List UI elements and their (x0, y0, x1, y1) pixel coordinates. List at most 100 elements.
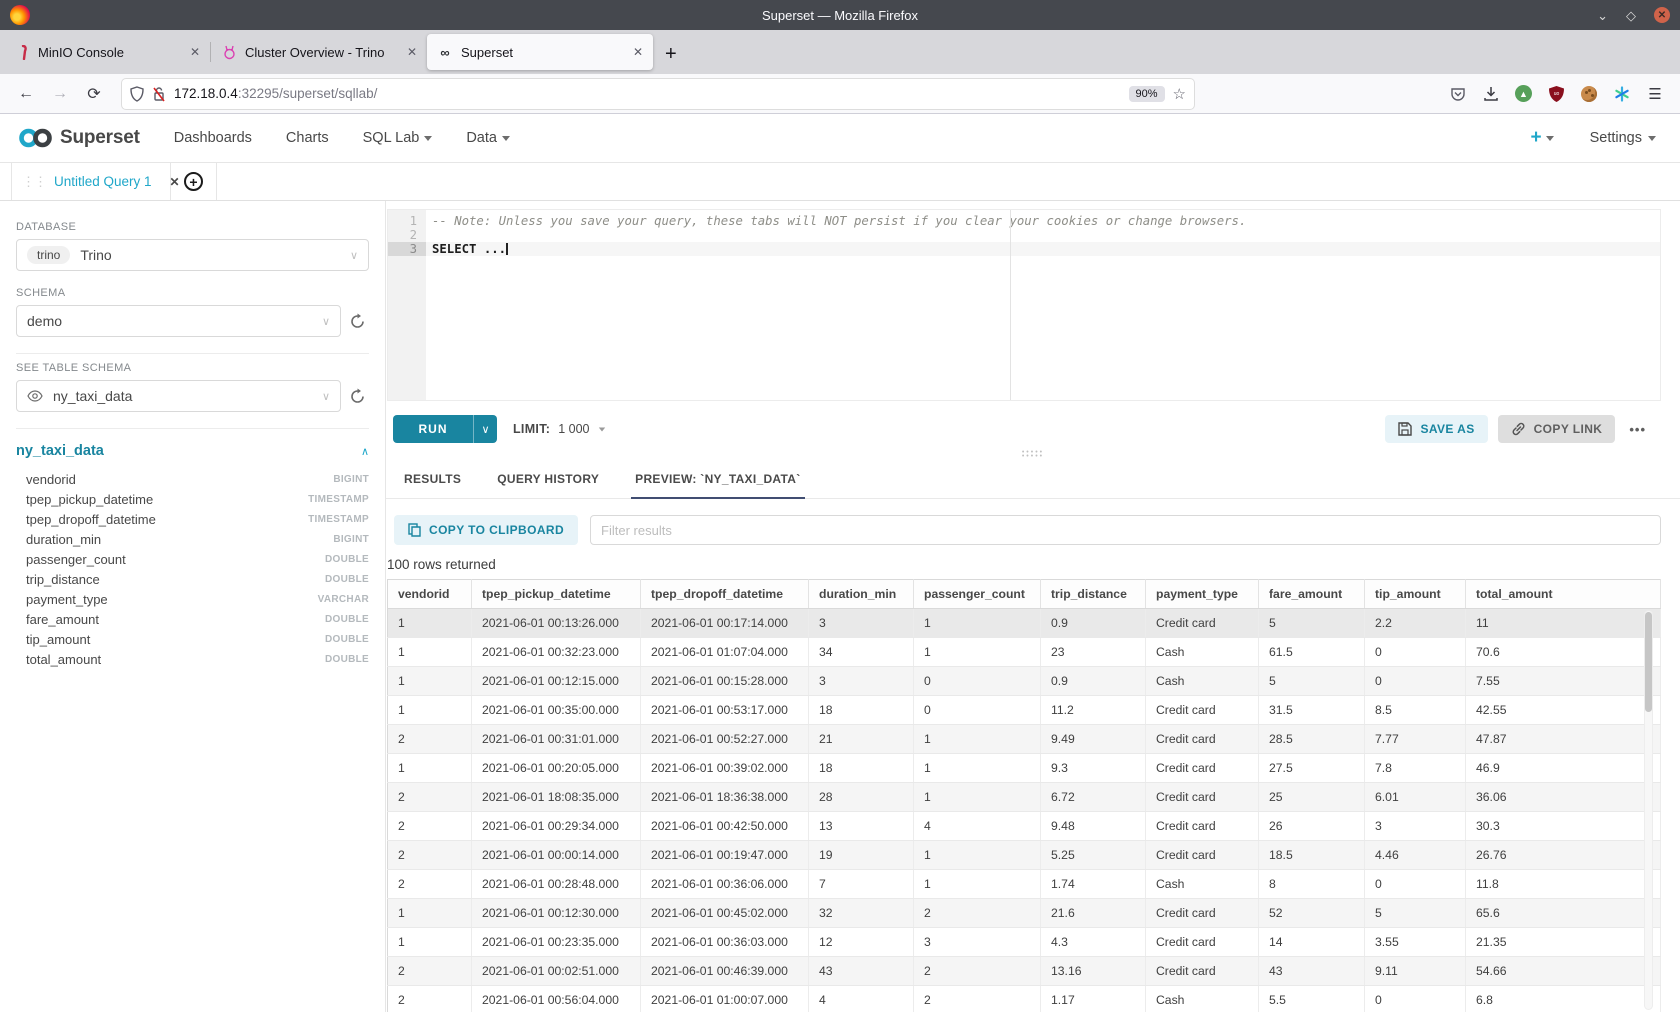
sql-editor[interactable]: 1 2 3 -- Note: Unless you save your quer… (387, 209, 1661, 401)
collapse-chevron-icon[interactable]: ∧ (361, 445, 369, 458)
table-select[interactable]: ny_taxi_data ∨ (16, 380, 341, 412)
results-column-header[interactable]: passenger_count (914, 580, 1041, 609)
results-column-header[interactable]: duration_min (809, 580, 914, 609)
pane-splitter-handle[interactable]: •••••••••• (386, 451, 1680, 459)
results-column-header[interactable]: payment_type (1146, 580, 1259, 609)
back-button[interactable]: ← (12, 80, 40, 108)
nav-item-charts[interactable]: Charts (286, 130, 329, 146)
table-cell: Cash (1146, 667, 1259, 696)
insecure-lock-icon[interactable] (152, 86, 166, 102)
run-button-label[interactable]: RUN (393, 415, 473, 443)
table-cell: 65.6 (1466, 899, 1661, 928)
table-cell: 31.5 (1259, 696, 1365, 725)
more-options-button[interactable]: ••• (1625, 422, 1650, 437)
run-options-chevron-icon[interactable]: ∨ (473, 415, 497, 443)
schema-select[interactable]: demo ∨ (16, 305, 341, 337)
new-tab-button[interactable]: + (665, 44, 677, 64)
limit-dropdown[interactable]: LIMIT: 1 000 (513, 422, 606, 436)
save-as-button[interactable]: SAVE AS (1385, 415, 1487, 443)
results-column-header[interactable]: fare_amount (1259, 580, 1365, 609)
new-query-tab-button[interactable]: + (171, 163, 217, 200)
tab-close-icon[interactable]: ✕ (190, 45, 200, 59)
browser-tab-minio[interactable]: MinIO Console ✕ (4, 34, 210, 70)
query-tab-active[interactable]: ⋮⋮ Untitled Query 1 ✕ (11, 163, 171, 200)
shield-icon[interactable] (130, 86, 144, 102)
table-row[interactable]: 22021-06-01 18:08:35.0002021-06-01 18:36… (388, 783, 1661, 812)
copy-to-clipboard-button[interactable]: COPY TO CLIPBOARD (394, 515, 578, 545)
settings-menu[interactable]: Settings (1590, 130, 1656, 146)
firefox-window: Superset — Mozilla Firefox ⌄ ◇ ✕ MinIO C… (0, 0, 1680, 1012)
table-row[interactable]: 22021-06-01 00:02:51.0002021-06-01 00:46… (388, 957, 1661, 986)
zoom-level-badge[interactable]: 90% (1129, 86, 1165, 102)
table-row[interactable]: 22021-06-01 00:29:34.0002021-06-01 00:42… (388, 812, 1661, 841)
tab-preview-table[interactable]: PREVIEW: `NY_TAXI_DATA` (635, 469, 800, 498)
window-maximize-icon[interactable]: ◇ (1626, 9, 1636, 22)
nav-item-dashboards[interactable]: Dashboards (174, 130, 252, 146)
table-cell: 1 (388, 638, 472, 667)
column-name: payment_type (26, 592, 108, 607)
table-cell: 2021-06-01 00:42:50.000 (641, 812, 809, 841)
table-row[interactable]: 22021-06-01 00:28:48.0002021-06-01 00:36… (388, 870, 1661, 899)
table-row[interactable]: 12021-06-01 00:12:30.0002021-06-01 00:45… (388, 899, 1661, 928)
reload-button[interactable]: ⟳ (80, 80, 108, 108)
new-item-button[interactable]: + (1530, 127, 1553, 149)
table-schema-header[interactable]: ny_taxi_data ∧ (16, 443, 369, 459)
results-column-header[interactable]: tpep_pickup_datetime (472, 580, 641, 609)
database-value: Trino (80, 247, 111, 263)
table-cell: Credit card (1146, 783, 1259, 812)
results-column-header[interactable]: total_amount (1466, 580, 1661, 609)
cookie-extension-icon[interactable] (1580, 85, 1598, 103)
tab-results[interactable]: RESULTS (404, 469, 461, 498)
nav-item-data[interactable]: Data (466, 130, 510, 146)
refresh-tables-icon[interactable] (349, 388, 369, 405)
run-query-button[interactable]: RUN ∨ (393, 415, 497, 443)
table-row[interactable]: 12021-06-01 00:32:23.0002021-06-01 01:07… (388, 638, 1661, 667)
results-column-header[interactable]: trip_distance (1041, 580, 1146, 609)
bookmark-star-icon[interactable]: ☆ (1173, 85, 1186, 103)
privacy-badger-icon[interactable]: ▲ (1515, 85, 1532, 102)
forward-button[interactable]: → (46, 80, 74, 108)
results-column-header[interactable]: tip_amount (1365, 580, 1466, 609)
url-bar[interactable]: 172.18.0.4:32295/superset/sqllab/ 90% ☆ (122, 79, 1194, 109)
nav-item-sql-lab[interactable]: SQL Lab (363, 130, 433, 146)
table-row[interactable]: 22021-06-01 00:56:04.0002021-06-01 01:00… (388, 986, 1661, 1012)
window-minimize-icon[interactable]: ⌄ (1597, 9, 1608, 22)
browser-tab-superset[interactable]: ∞ Superset ✕ (427, 34, 653, 70)
copy-link-button[interactable]: COPY LINK (1498, 415, 1616, 443)
table-row[interactable]: 12021-06-01 00:13:26.0002021-06-01 00:17… (388, 609, 1661, 638)
table-row[interactable]: 22021-06-01 00:00:14.0002021-06-01 00:19… (388, 841, 1661, 870)
ublock-icon[interactable]: uo (1547, 85, 1565, 103)
table-cell: 9.3 (1041, 754, 1146, 783)
table-cell: 1 (388, 696, 472, 725)
multi-account-icon[interactable] (1613, 85, 1631, 103)
drag-handle-icon[interactable]: ⋮⋮ (22, 174, 46, 190)
results-column-header[interactable]: vendorid (388, 580, 472, 609)
table-row[interactable]: 12021-06-01 00:12:15.0002021-06-01 00:15… (388, 667, 1661, 696)
tab-query-history[interactable]: QUERY HISTORY (497, 469, 599, 498)
tab-close-icon[interactable]: ✕ (633, 45, 643, 59)
pocket-icon[interactable] (1449, 85, 1467, 103)
superset-brand[interactable]: Superset (18, 126, 140, 150)
menu-hamburger-icon[interactable]: ☰ (1646, 85, 1664, 103)
editor-code-area[interactable]: -- Note: Unless you save your query, the… (426, 210, 1660, 400)
window-controls: ⌄ ◇ ✕ (1597, 7, 1670, 23)
table-cell: 0.9 (1041, 609, 1146, 638)
table-cell: 14 (1259, 928, 1365, 957)
table-cell: 2021-06-01 00:00:14.000 (472, 841, 641, 870)
table-row[interactable]: 12021-06-01 00:20:05.0002021-06-01 00:39… (388, 754, 1661, 783)
results-column-header[interactable]: tpep_dropoff_datetime (641, 580, 809, 609)
filter-results-input[interactable] (590, 515, 1661, 545)
table-row[interactable]: 12021-06-01 00:35:00.0002021-06-01 00:53… (388, 696, 1661, 725)
database-select[interactable]: trino Trino ∨ (16, 239, 369, 271)
table-row[interactable]: 22021-06-01 00:31:01.0002021-06-01 00:52… (388, 725, 1661, 754)
table-scrollbar-thumb[interactable] (1645, 612, 1652, 712)
window-close-icon[interactable]: ✕ (1654, 7, 1670, 23)
tab-close-icon[interactable]: ✕ (407, 45, 417, 59)
refresh-schemas-icon[interactable] (349, 313, 369, 330)
table-row[interactable]: 12021-06-01 00:23:35.0002021-06-01 00:36… (388, 928, 1661, 957)
download-icon[interactable] (1482, 85, 1500, 103)
schema-column-row: fare_amountDOUBLE (16, 609, 369, 629)
schema-column-row: tip_amountDOUBLE (16, 629, 369, 649)
browser-tab-trino[interactable]: Cluster Overview - Trino ✕ (211, 34, 427, 70)
browser-tab-title: MinIO Console (38, 45, 182, 60)
